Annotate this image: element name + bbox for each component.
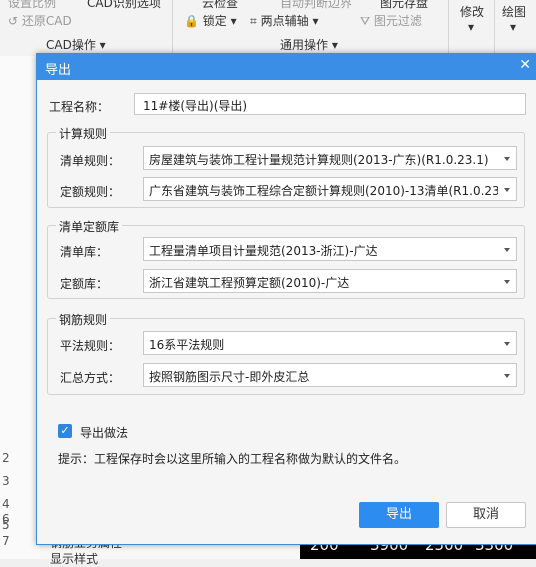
chevron-down-icon: ▾ — [230, 14, 237, 28]
modify-button[interactable]: 修改 — [460, 3, 484, 20]
list-library-value: 工程量清单项目计量规范(2013-浙江)-广达 — [149, 244, 378, 258]
quota-library-label: 定额库： — [60, 277, 109, 291]
flat-rule-select[interactable]: 16系平法规则 — [143, 331, 517, 355]
cad-operations-group[interactable]: CAD操作 ▾ — [46, 36, 106, 53]
common-operations-group[interactable]: 通用操作 ▾ — [280, 36, 338, 53]
ribbon-item-scale[interactable]: 设置比例 — [8, 0, 56, 11]
quota-library-value: 浙江省建筑工程预算定额(2010)-广达 — [149, 276, 350, 290]
flat-rule-value: 16系平法规则 — [149, 338, 225, 352]
ribbon-item-cad-options[interactable]: CAD识别选项 — [87, 0, 161, 11]
restore-cad-button[interactable]: ↺ 还原CAD — [8, 12, 72, 29]
quota-rule-label: 定额规则： — [60, 185, 121, 199]
export-button[interactable]: 导出 — [359, 502, 439, 528]
list-library-label: 清单库： — [60, 245, 109, 259]
row-number: 2 — [2, 451, 10, 465]
chevron-down-icon — [504, 248, 510, 252]
chevron-down-icon: ▾ — [331, 38, 338, 52]
ribbon-separator — [494, 0, 495, 56]
ribbon-separator — [448, 0, 449, 56]
project-name-label: 工程名称： — [49, 100, 110, 114]
list-library-select[interactable]: 工程量清单项目计量规范(2013-浙江)-广达 — [143, 237, 517, 261]
export-method-label[interactable]: 导出做法 — [80, 424, 128, 441]
filter-icon: ⛛ — [360, 14, 371, 28]
restore-icon: ↺ — [8, 14, 19, 28]
libraries-group: 清单定额库 清单库： 工程量清单项目计量规范(2013-浙江)-广达 定额库： … — [47, 218, 525, 299]
rebar-rules-group: 钢筋规则 平法规则： 16系平法规则 汇总方式： 按照钢筋图示尺寸-即外皮汇总 — [47, 311, 525, 395]
chevron-down-icon: ▾ — [99, 38, 106, 52]
hint-text: 提示：工程保存时会以这里所输入的工程名称做为默认的文件名。 — [58, 452, 407, 466]
chevron-down-icon — [504, 280, 510, 284]
row-number: 3 — [2, 474, 10, 488]
left-panel: 2 3 4 5 6 7 — [0, 56, 41, 559]
ribbon-separator — [172, 0, 173, 56]
project-name-input[interactable]: 11#楼(导出)(导出) — [134, 93, 526, 115]
chevron-down-icon — [504, 374, 510, 378]
ribbon-item-auto-boundary[interactable]: 自动判断边界 — [280, 0, 352, 11]
row-number: 6 — [2, 512, 10, 526]
export-dialog: 导出 ✕ 工程名称： 11#楼(导出)(导出) 计算规则 清单规则： 房屋建筑与… — [36, 53, 536, 545]
quota-rule-select[interactable]: 广东省建筑与装饰工程综合定额计算规则(2010)-13清单(R1.0.23.1) — [143, 177, 517, 201]
list-rule-select[interactable]: 房屋建筑与装饰工程计量规范计算规则(2013-广东)(R1.0.23.1) — [143, 146, 517, 170]
close-icon[interactable]: ✕ — [519, 57, 531, 73]
list-rule-label: 清单规则： — [60, 154, 121, 168]
two-point-axis-button[interactable]: ⌗ 两点辅轴 ▾ — [250, 12, 318, 29]
row-number: 7 — [2, 534, 10, 548]
lock-button[interactable]: 🔒 锁定 ▾ — [184, 12, 237, 29]
summary-method-select[interactable]: 按照钢筋图示尺寸-即外皮汇总 — [143, 363, 517, 387]
axis-icon: ⌗ — [250, 14, 257, 28]
ribbon-toolbar: 设置比例 CAD识别选项 云检查 自动判断边界 图元存盘 ↺ 还原CAD 🔒 锁… — [0, 0, 536, 57]
export-method-checkbox[interactable]: ✓ — [58, 424, 72, 438]
quota-library-select[interactable]: 浙江省建筑工程预算定额(2010)-广达 — [143, 269, 517, 293]
quota-rule-value: 广东省建筑与装饰工程综合定额计算规则(2010)-13清单(R1.0.23.1) — [149, 184, 498, 198]
chevron-down-icon — [504, 157, 510, 161]
chevron-down-icon: ▾ — [312, 14, 319, 28]
row-number: 4 — [2, 497, 10, 511]
list-rule-value: 房屋建筑与装饰工程计量规范计算规则(2013-广东)(R1.0.23.1) — [149, 153, 489, 167]
dialog-title: 导出 — [45, 63, 72, 78]
element-filter-button[interactable]: ⛛ 图元过滤 — [360, 12, 422, 29]
calc-rules-legend: 计算规则 — [56, 125, 111, 142]
lock-icon: 🔒 — [184, 14, 199, 28]
summary-method-label: 汇总方式： — [60, 371, 121, 385]
chevron-down-icon — [504, 342, 510, 346]
summary-method-value: 按照钢筋图示尺寸-即外皮汇总 — [149, 370, 310, 384]
chevron-down-icon — [504, 188, 510, 192]
rebar-rules-legend: 钢筋规则 — [56, 311, 111, 328]
draw-button[interactable]: 绘图 — [502, 3, 526, 20]
dialog-titlebar: 导出 ✕ — [37, 54, 536, 80]
chevron-down-icon: ▾ — [468, 20, 475, 34]
ribbon-item-save-elements[interactable]: 图元存盘 — [380, 0, 428, 11]
cancel-button[interactable]: 取消 — [446, 502, 526, 528]
flat-rule-label: 平法规则： — [60, 339, 121, 353]
chevron-down-icon: ▾ — [510, 20, 517, 34]
libraries-legend: 清单定额库 — [56, 218, 123, 235]
ribbon-item-cloud-check[interactable]: 云检查 — [202, 0, 238, 11]
calc-rules-group: 计算规则 清单规则： 房屋建筑与装饰工程计量规范计算规则(2013-广东)(R1… — [47, 125, 525, 208]
